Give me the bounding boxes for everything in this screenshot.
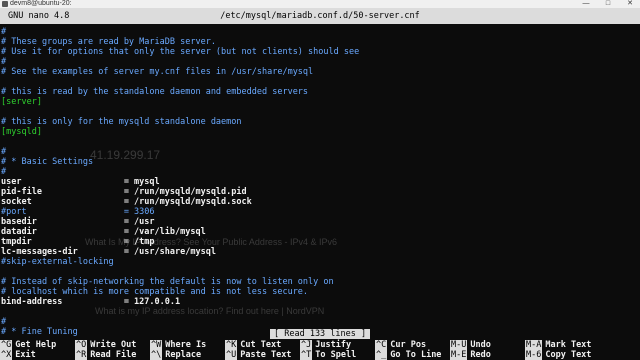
shortcut-replace[interactable]: ^\ Replace — [150, 350, 202, 360]
shortcut-label: Go To Line — [390, 350, 442, 360]
shortcut-exit[interactable]: ^X Exit — [0, 350, 36, 360]
editor-line[interactable]: datadir = /var/lib/mysql — [0, 227, 640, 237]
shortcut-go-to-line[interactable]: ^_ Go To Line — [375, 350, 442, 360]
file-path: /etc/mysql/mariadb.conf.d/50-server.cnf — [220, 11, 420, 21]
editor-line[interactable]: # this is read by the standalone daemon … — [0, 87, 640, 97]
editor-buffer[interactable]: # # These groups are read by MariaDB serv… — [0, 27, 640, 337]
editor-line[interactable] — [0, 267, 640, 277]
shortcut-key: ^T — [300, 350, 313, 360]
shortcut-copy-text[interactable]: M-6 Copy Text — [525, 350, 592, 360]
shortcut-paste-text[interactable]: ^U Paste Text — [225, 350, 292, 360]
editor-line[interactable]: # * Basic Settings — [0, 157, 640, 167]
editor-line[interactable]: # — [0, 317, 640, 327]
close-icon[interactable]: ✕ — [624, 0, 636, 8]
shortcut-bar: ^G Get Help ^X Exit ^O Write Out ^R Read File ^W… — [0, 340, 640, 360]
shortcut-key: ^W — [150, 340, 163, 350]
shortcut-label: Justify — [315, 340, 352, 350]
shortcut-get-help[interactable]: ^G Get Help — [0, 340, 57, 350]
window-title: devm8@ubuntu-20: — [10, 0, 72, 7]
shortcut-key: ^_ — [375, 350, 388, 360]
editor-line[interactable]: tmpdir = /tmp — [0, 237, 640, 247]
editor-line[interactable]: [server] — [0, 97, 640, 107]
shortcut-write-out[interactable]: ^O Write Out — [75, 340, 137, 350]
editor-line[interactable]: user = mysql — [0, 177, 640, 187]
shortcut-cut-text[interactable]: ^K Cut Text — [225, 340, 282, 350]
shortcut-label: Mark Text — [545, 340, 592, 350]
minimize-icon[interactable]: — — [580, 0, 592, 8]
shortcut-justify[interactable]: ^J Justify — [300, 340, 352, 350]
editor-line[interactable]: #skip-external-locking — [0, 257, 640, 267]
shortcut-key: M-E — [450, 350, 468, 360]
shortcut-read-file[interactable]: ^R Read File — [75, 350, 137, 360]
shortcut-key: ^\ — [150, 350, 163, 360]
shortcut-label: Get Help — [15, 340, 57, 350]
nano-header: GNU nano 4.8 /etc/mysql/mariadb.conf.d/5… — [0, 8, 640, 24]
editor-line[interactable] — [0, 137, 640, 147]
terminal-area[interactable]: 41.19.299.17 What Is My IP Address? See … — [0, 8, 640, 360]
shortcut-label: Exit — [15, 350, 36, 360]
shortcut-label: Replace — [165, 350, 202, 360]
shortcut-key: ^G — [0, 340, 13, 350]
shortcut-label: Copy Text — [545, 350, 592, 360]
shortcut-where-is[interactable]: ^W Where Is — [150, 340, 207, 350]
shortcut-undo[interactable]: M-U Undo — [450, 340, 491, 350]
editor-line[interactable]: basedir = /usr — [0, 217, 640, 227]
shortcut-label: Where Is — [165, 340, 207, 350]
shortcut-label: Cur Pos — [390, 340, 427, 350]
shortcut-label: To Spell — [315, 350, 357, 360]
shortcut-label: Paste Text — [240, 350, 292, 360]
editor-line[interactable]: pid-file = /run/mysqld/mysqld.pid — [0, 187, 640, 197]
shortcut-key: ^R — [75, 350, 88, 360]
editor-line[interactable]: bind-address = 127.0.0.1 — [0, 297, 640, 307]
status-message: [ Read 133 lines ] — [270, 329, 371, 339]
editor-line[interactable]: lc-messages-dir = /usr/share/mysql — [0, 247, 640, 257]
editor-line[interactable]: # localhost which is more compatible and… — [0, 287, 640, 297]
editor-line[interactable]: socket = /run/mysqld/mysqld.sock — [0, 197, 640, 207]
window-controls: — □ ✕ — [580, 0, 636, 8]
shortcut-label: Redo — [470, 350, 491, 360]
shortcut-redo[interactable]: M-E Redo — [450, 350, 491, 360]
shortcut-key: M-A — [525, 340, 543, 350]
editor-line[interactable] — [0, 107, 640, 117]
shortcut-key: M-U — [450, 340, 468, 350]
editor-line[interactable] — [0, 77, 640, 87]
editor-line[interactable]: # — [0, 57, 640, 67]
editor-line[interactable]: [mysqld] — [0, 127, 640, 137]
shortcut-label: Undo — [470, 340, 491, 350]
shortcut-key: ^U — [225, 350, 238, 360]
shortcut-label: Write Out — [90, 340, 137, 350]
shortcut-label: Cut Text — [240, 340, 282, 350]
shortcut-mark-text[interactable]: M-A Mark Text — [525, 340, 592, 350]
editor-line[interactable]: # Instead of skip-networking the default… — [0, 277, 640, 287]
shortcut-key: ^X — [0, 350, 13, 360]
editor-line[interactable]: # Use it for options that only the serve… — [0, 47, 640, 57]
editor-line[interactable]: #port = 3306 — [0, 207, 640, 217]
editor-line[interactable]: # — [0, 167, 640, 177]
shortcut-key: M-6 — [525, 350, 543, 360]
shortcut-cur-pos[interactable]: ^C Cur Pos — [375, 340, 427, 350]
editor-line[interactable]: # These groups are read by MariaDB serve… — [0, 37, 640, 47]
editor-line[interactable]: # See the examples of server my.cnf file… — [0, 67, 640, 77]
maximize-icon[interactable]: □ — [602, 0, 614, 8]
shortcut-key: ^C — [375, 340, 388, 350]
editor-line[interactable]: # this is only for the mysqld standalone… — [0, 117, 640, 127]
editor-line[interactable] — [0, 307, 640, 317]
editor-line[interactable]: # — [0, 27, 640, 37]
window-titlebar: devm8@ubuntu-20: — □ ✕ — [0, 0, 640, 8]
shortcut-key: ^J — [300, 340, 313, 350]
shortcut-key: ^K — [225, 340, 238, 350]
shortcut-key: ^O — [75, 340, 88, 350]
editor-line[interactable]: # — [0, 147, 640, 157]
terminal-icon — [2, 1, 8, 7]
shortcut-to-spell[interactable]: ^T To Spell — [300, 350, 357, 360]
shortcut-label: Read File — [90, 350, 137, 360]
